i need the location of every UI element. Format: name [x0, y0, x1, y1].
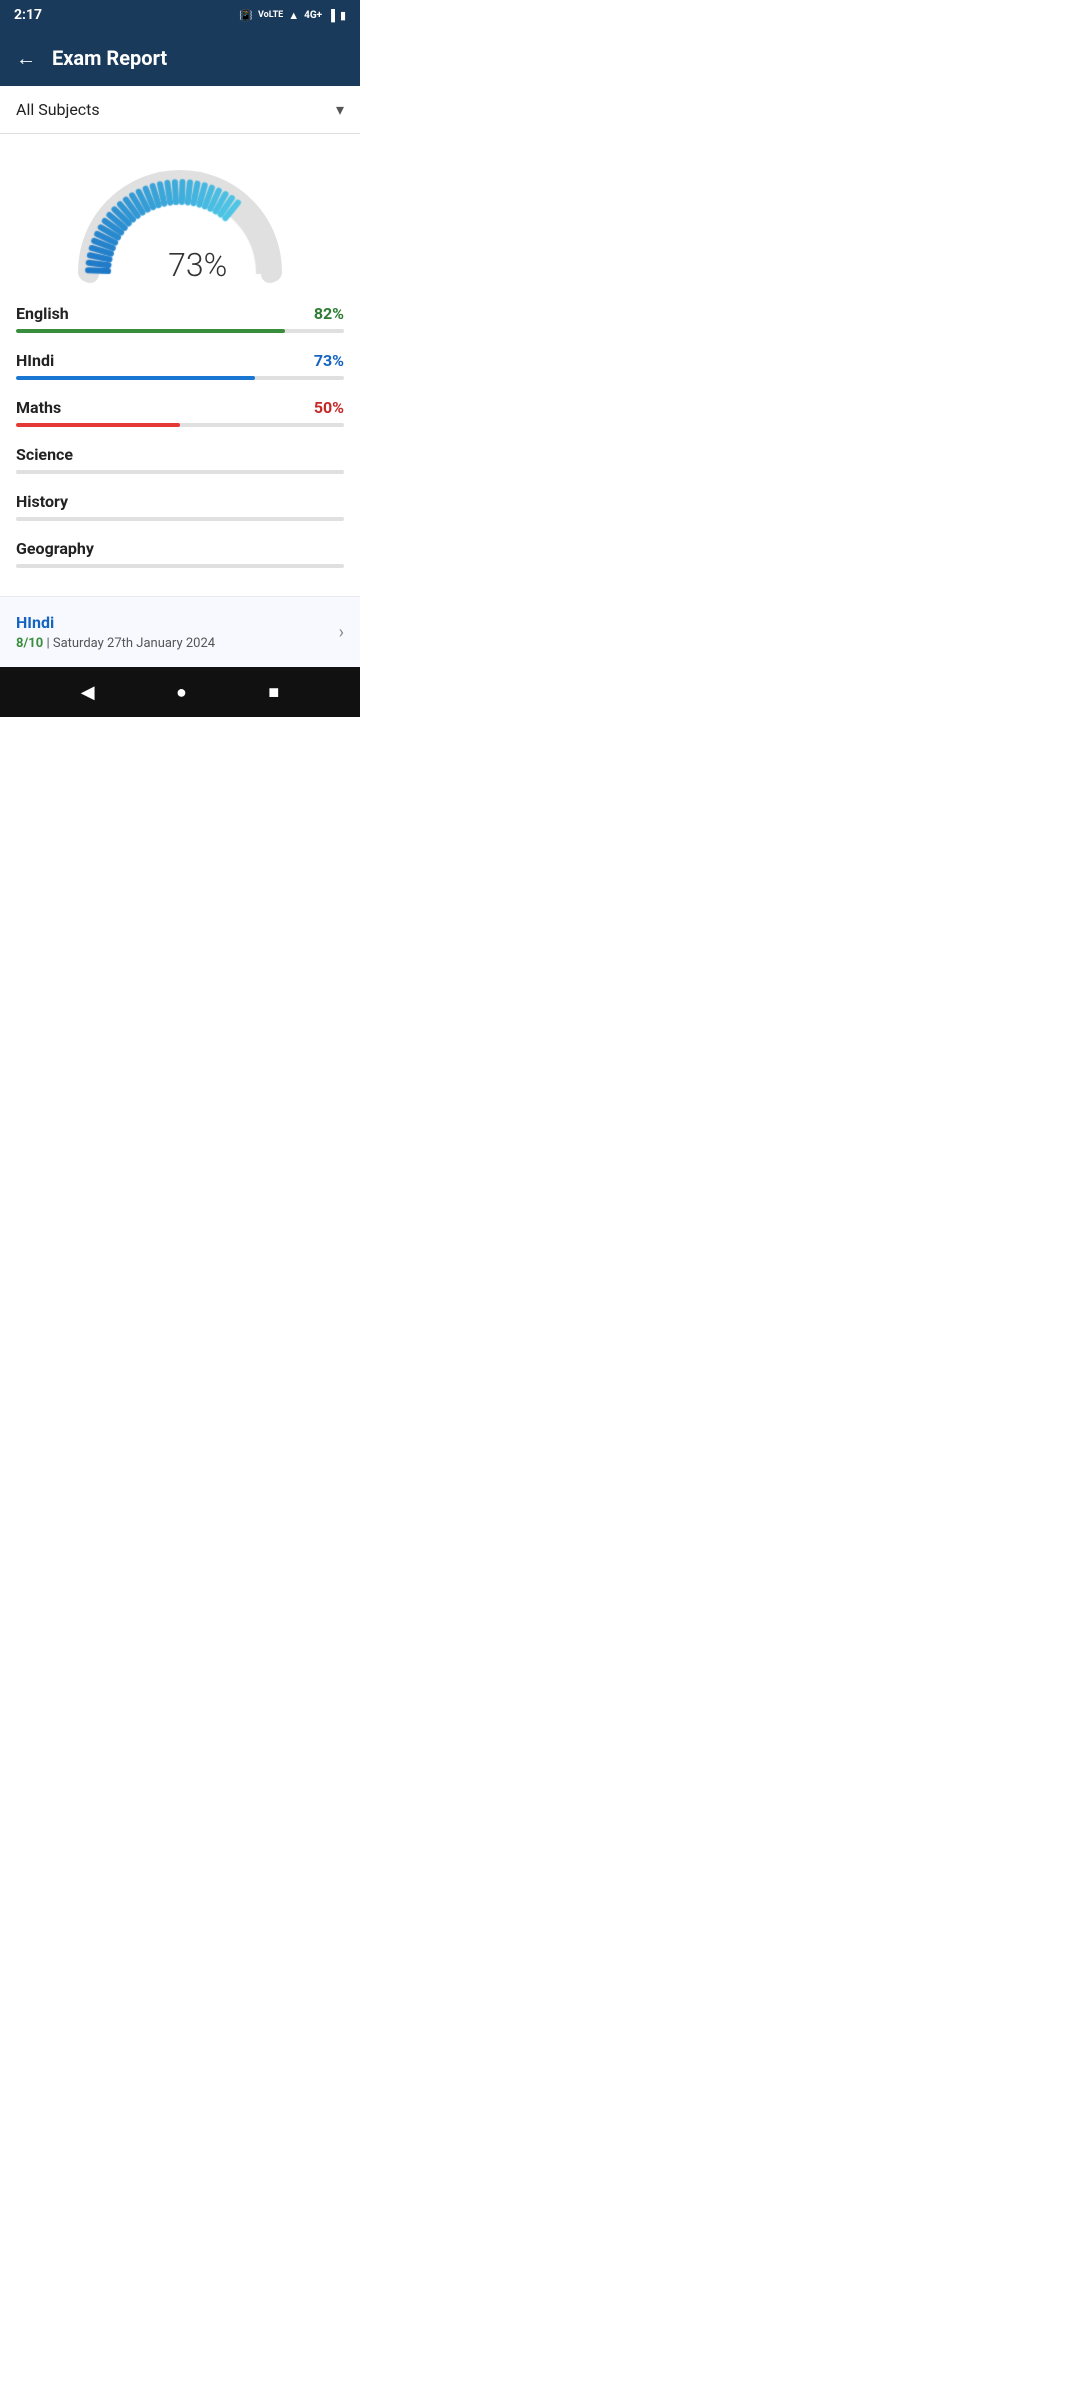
recent-exam-date: Saturday 27th January 2024 [53, 636, 215, 651]
progress-bg-science [16, 470, 344, 474]
progress-fill-maths [16, 423, 180, 427]
progress-bg-hindi [16, 376, 344, 380]
subject-header-history: History [16, 492, 344, 511]
recent-exam-info: 8/10 | Saturday 27th January 2024 [16, 636, 215, 651]
signal-4g-icon: 4G+ [304, 10, 322, 21]
subject-dropdown-label: All Subjects [16, 100, 100, 119]
vibrate-icon: 📳 [239, 9, 253, 22]
subject-item-hindi: HIndi 73% [16, 351, 344, 380]
progress-bg-history [16, 517, 344, 521]
recent-exam-title: HIndi [16, 613, 215, 632]
signal-bars-icon: ▐ [327, 9, 335, 22]
gauge-container: 73% [70, 164, 290, 284]
status-icons: 📳 VoLTE ▲ 4G+ ▐ ▮ [239, 9, 346, 22]
volte-icon: VoLTE [258, 10, 283, 20]
recent-exam-card[interactable]: HIndi 8/10 | Saturday 27th January 2024 … [0, 596, 360, 667]
gauge-section: 73% [0, 134, 360, 294]
status-time: 2:17 [14, 7, 42, 23]
subject-item-history: History [16, 492, 344, 521]
chevron-down-icon: ▾ [336, 100, 344, 119]
subject-item-english: English 82% [16, 304, 344, 333]
subject-header-geography: Geography [16, 539, 344, 558]
subject-name-science: Science [16, 445, 73, 464]
battery-icon: ▮ [340, 9, 346, 22]
progress-bg-maths [16, 423, 344, 427]
recent-exam-score: 8/10 [16, 636, 43, 651]
subject-item-science: Science [16, 445, 344, 474]
chevron-right-icon: › [339, 622, 344, 643]
subject-name-geography: Geography [16, 539, 94, 558]
subject-dropdown[interactable]: All Subjects ▾ [0, 86, 360, 134]
subject-score-maths: 50% [314, 398, 344, 417]
back-button[interactable]: ← [16, 46, 36, 71]
subjects-list: English 82% HIndi 73% Maths 50% Science [0, 294, 360, 596]
subject-name-english: English [16, 304, 69, 323]
progress-bg-english [16, 329, 344, 333]
subject-header-maths: Maths 50% [16, 398, 344, 417]
page-title: Exam Report [52, 46, 167, 70]
subject-name-history: History [16, 492, 68, 511]
progress-bg-geography [16, 564, 344, 568]
subject-header-english: English 82% [16, 304, 344, 323]
app-header: ← Exam Report [0, 30, 360, 86]
nav-recents-button[interactable]: ■ [268, 682, 279, 703]
subject-score-hindi: 73% [314, 351, 344, 370]
progress-fill-hindi [16, 376, 255, 380]
recent-exam-details: HIndi 8/10 | Saturday 27th January 2024 [16, 613, 215, 651]
nav-home-button[interactable]: ● [176, 682, 187, 703]
subject-name-hindi: HIndi [16, 351, 54, 370]
subject-header-science: Science [16, 445, 344, 464]
subject-name-maths: Maths [16, 398, 61, 417]
subject-score-english: 82% [314, 304, 344, 323]
wifi-icon: ▲ [288, 9, 299, 22]
nav-back-button[interactable]: ◀ [81, 682, 95, 703]
subject-item-geography: Geography [16, 539, 344, 568]
subject-header-hindi: HIndi 73% [16, 351, 344, 370]
gauge-value: 73% [168, 246, 227, 284]
subject-item-maths: Maths 50% [16, 398, 344, 427]
progress-fill-english [16, 329, 285, 333]
nav-bar: ◀ ● ■ [0, 667, 360, 717]
status-bar: 2:17 📳 VoLTE ▲ 4G+ ▐ ▮ [0, 0, 360, 30]
